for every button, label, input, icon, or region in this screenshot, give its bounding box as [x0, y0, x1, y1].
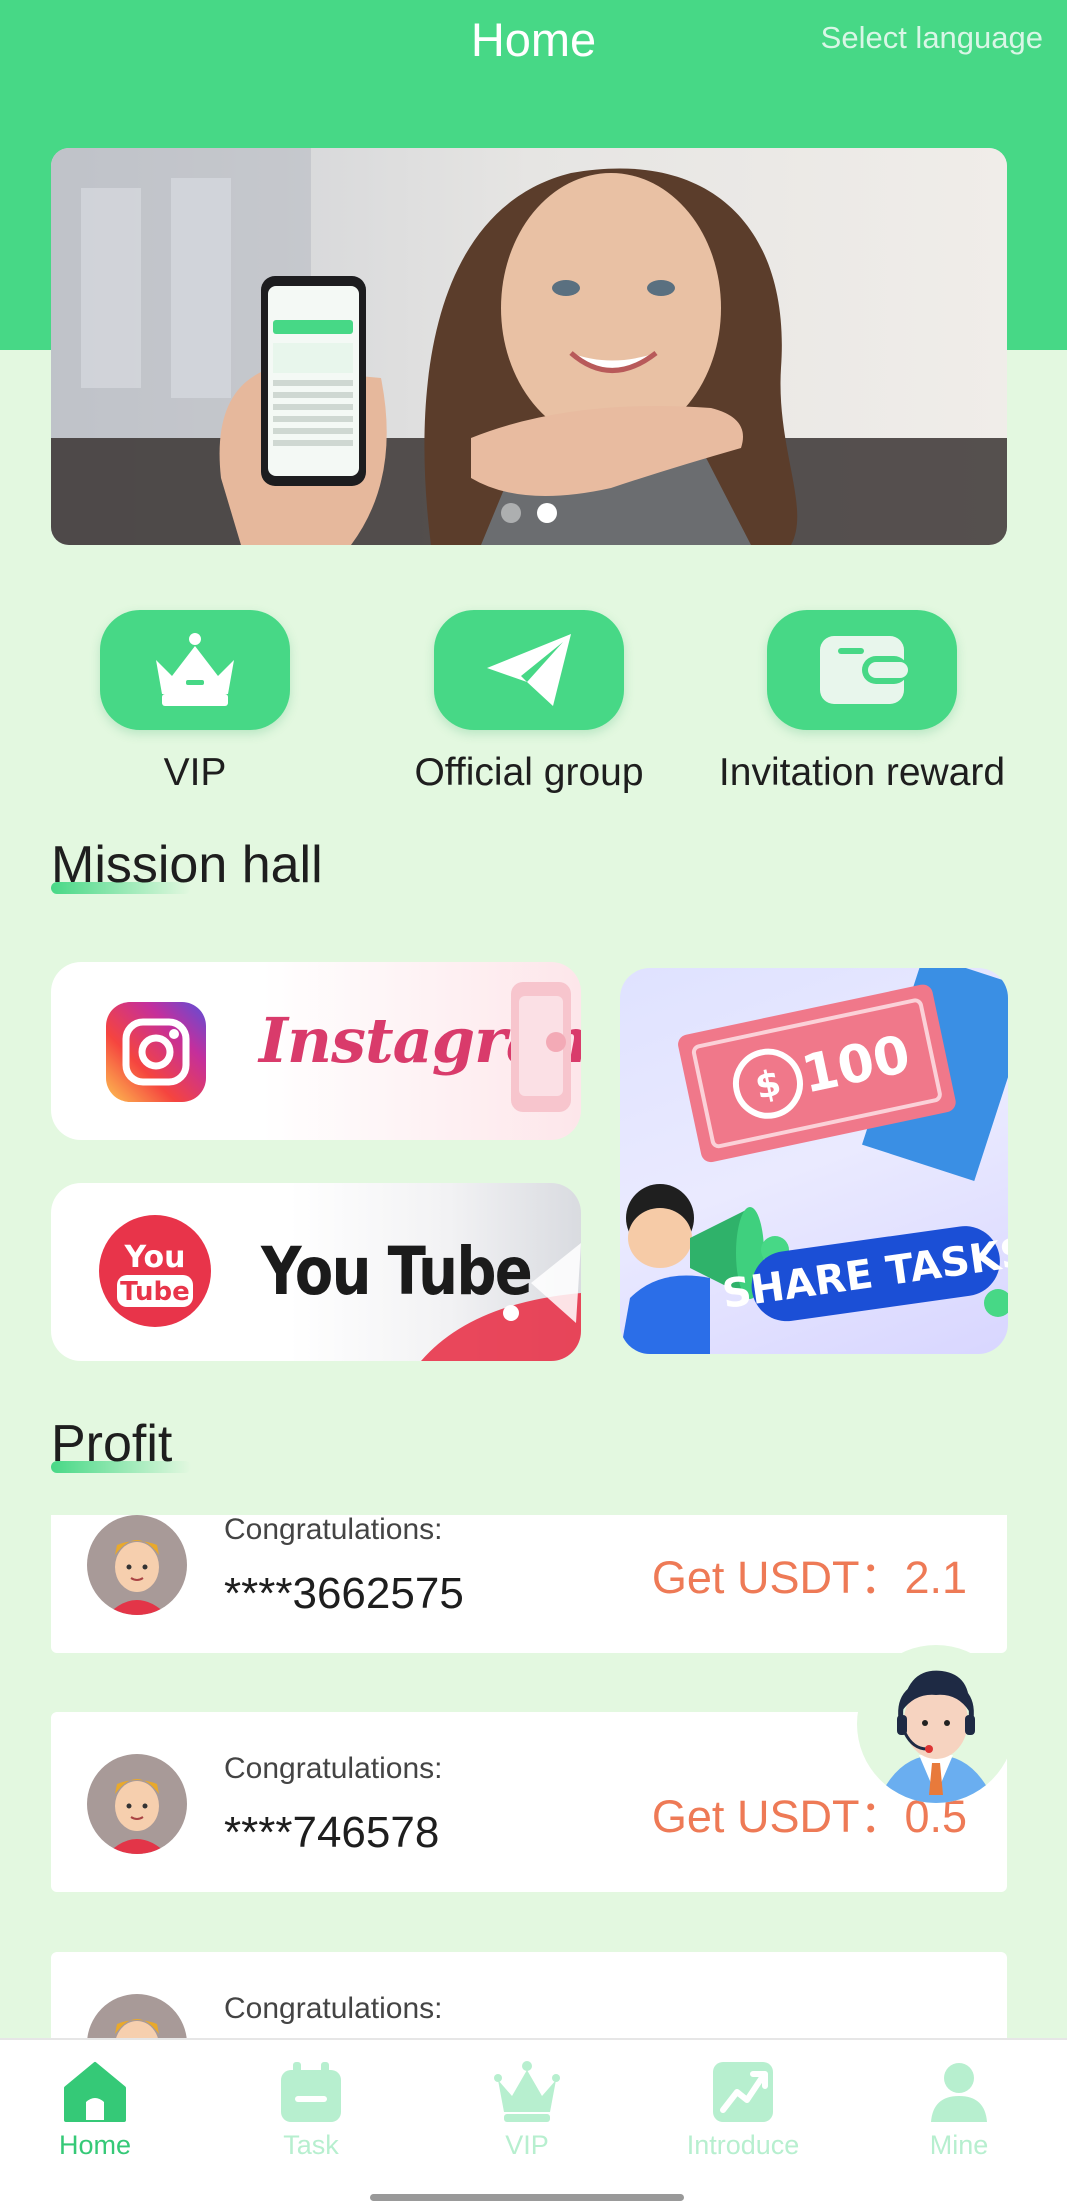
paper-plane-icon: [487, 634, 571, 706]
share-tasks-illustration: $ 100 SHARE TASKS: [620, 968, 1008, 1354]
profit-item: Congratulations: ****3662575 Get USDT：2.…: [51, 1515, 1007, 1653]
quick-action-official-group[interactable]: Official group: [359, 610, 699, 798]
nav-home[interactable]: Home: [5, 2056, 185, 2161]
bottom-navigation: Home Task VIP Introduce Mine: [0, 2038, 1067, 2201]
trend-chart-icon: [713, 2062, 773, 2122]
nav-vip[interactable]: VIP: [437, 2056, 617, 2161]
reward-amount: Get USDT：0.5: [652, 2020, 967, 2038]
phone-illustration: [511, 982, 571, 1112]
promo-banner[interactable]: [51, 148, 1007, 545]
profit-item: Congratulations: Get USDT：0.5: [51, 1952, 1007, 2038]
profit-title: Profit: [51, 1411, 191, 1477]
avatar-image: [87, 1754, 187, 1854]
nav-label: Task: [283, 2130, 339, 2160]
quick-action-label: VIP: [163, 751, 227, 794]
customer-support-button[interactable]: [857, 1645, 1015, 1803]
calendar-icon: [281, 2062, 341, 2122]
user-id: ****746578: [224, 1808, 440, 1857]
invitation-reward-tile[interactable]: [767, 610, 957, 730]
section-title-text: Profit: [51, 1415, 173, 1473]
nav-label: Introduce: [686, 2130, 800, 2160]
congrats-label: Congratulations:: [224, 1515, 443, 1546]
banner-dot[interactable]: [501, 503, 521, 523]
nav-task[interactable]: Task: [221, 2056, 401, 2161]
home-indicator[interactable]: [370, 2194, 684, 2201]
nav-label: VIP: [505, 2130, 549, 2160]
youtube-icon: You Tube: [99, 1215, 211, 1327]
nav-label: Mine: [929, 2130, 989, 2160]
quick-action-label: Invitation reward: [718, 751, 1006, 794]
banner-image: [51, 148, 1007, 545]
instagram-mission-card[interactable]: Instagram: [51, 962, 581, 1140]
select-language-link[interactable]: Select language: [821, 18, 1043, 58]
quick-actions: VIP Official group Invitation reward: [0, 610, 1067, 800]
reward-amount: Get USDT：2.1: [651, 1552, 967, 1603]
nav-mine[interactable]: Mine: [869, 2056, 1049, 2161]
banner-pagination: [51, 503, 1007, 523]
banner-dot-active[interactable]: [537, 503, 557, 523]
congrats-label: Congratulations:: [224, 1992, 443, 2025]
crown-icon: [156, 633, 234, 706]
mission-hall-title: Mission hall: [51, 832, 323, 898]
support-agent-icon: [877, 1670, 995, 1803]
user-id: ****3662575: [224, 1569, 464, 1618]
youtube-mission-card[interactable]: You Tube You Tube: [51, 1183, 581, 1361]
youtube-decoration: [421, 1243, 581, 1361]
vip-tile[interactable]: [100, 610, 290, 730]
instagram-icon: [106, 1002, 206, 1102]
svg-text:You: You: [124, 1240, 186, 1275]
avatar: [87, 1754, 187, 1854]
nav-introduce[interactable]: Introduce: [653, 2056, 833, 2161]
wallet-icon: [820, 636, 908, 704]
user-icon: [931, 2063, 987, 2122]
quick-action-vip[interactable]: VIP: [25, 610, 365, 798]
avatar: [87, 1994, 187, 2038]
svg-text:Tube: Tube: [120, 1277, 190, 1307]
avatar: [87, 1515, 187, 1615]
nav-label: Home: [58, 2130, 132, 2160]
quick-action-invitation-reward[interactable]: Invitation reward: [692, 610, 1032, 798]
avatar-image: [87, 1994, 187, 2038]
official-group-tile[interactable]: [434, 610, 624, 730]
avatar-image: [87, 1515, 187, 1615]
congrats-label: Congratulations:: [224, 1752, 443, 1785]
home-icon: [64, 2062, 126, 2122]
share-tasks-card[interactable]: $ 100 SHARE TASKS: [620, 968, 1008, 1354]
crown-icon: [494, 2061, 560, 2122]
section-title-text: Mission hall: [51, 836, 323, 894]
quick-action-label: Official group: [414, 751, 644, 794]
